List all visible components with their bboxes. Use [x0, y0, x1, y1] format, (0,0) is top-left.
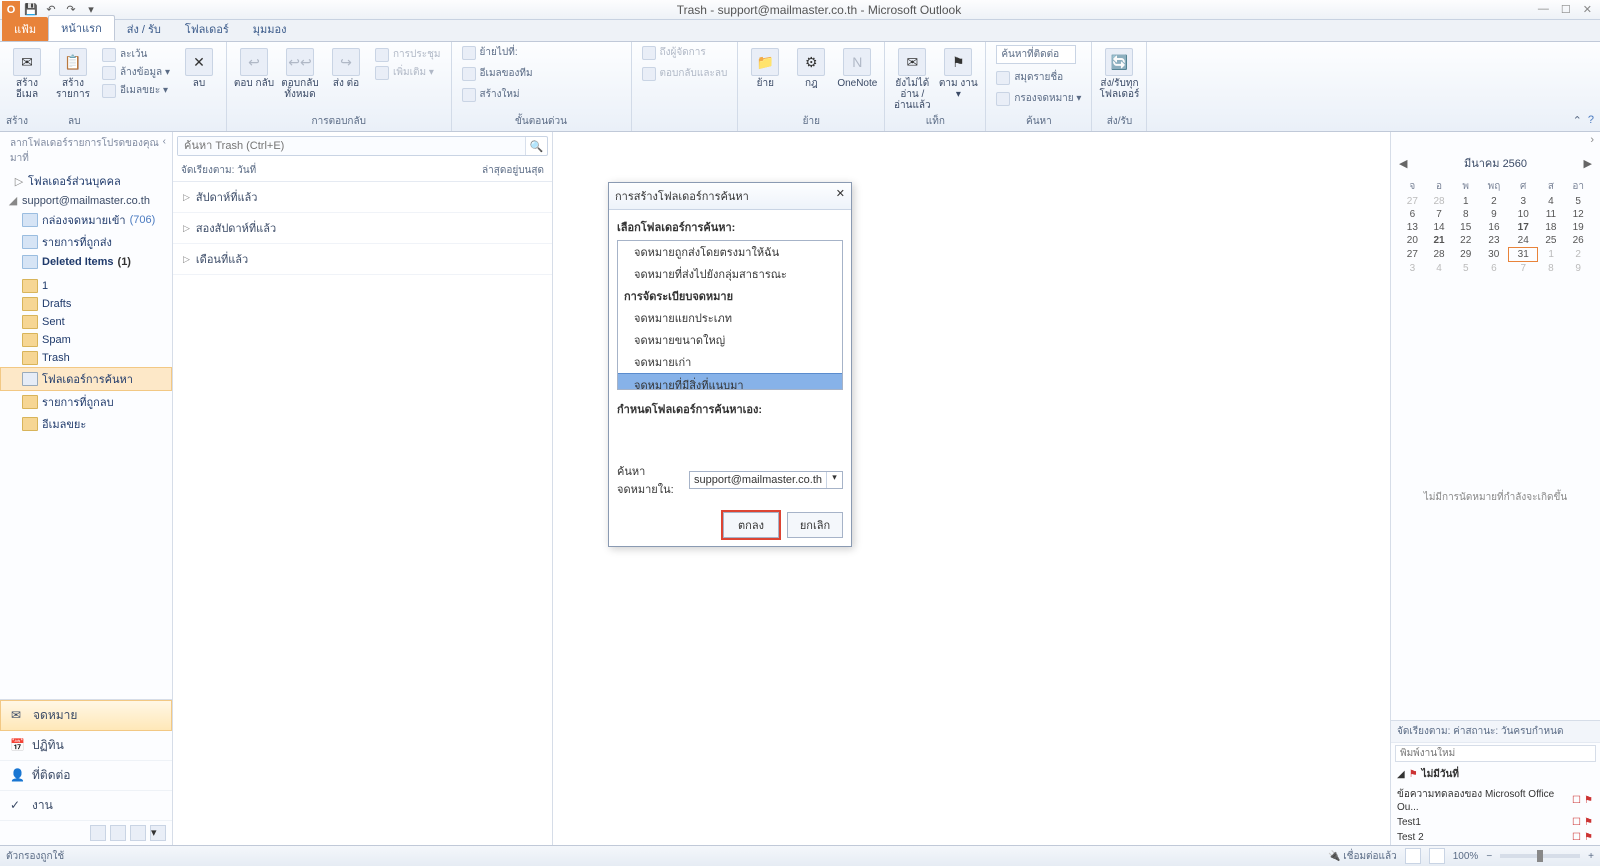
modal-overlay: การสร้างโฟลเดอร์การค้นหา ✕ เลือกโฟลเดอร์… [0, 0, 1600, 866]
customize-label: กำหนดโฟลเดอร์การค้นหาเอง: [617, 400, 843, 418]
searchin-combo[interactable]: support@mailmaster.co.th ▾ [689, 471, 843, 489]
opt-sent-public[interactable]: จดหมายที่ส่งไปยังกลุ่มสาธารณะ [618, 263, 842, 285]
search-folder-list[interactable]: จดหมายถูกส่งโดยตรงมาให้ฉัน จดหมายที่ส่งไ… [617, 240, 843, 390]
ok-button[interactable]: ตกลง [723, 512, 779, 538]
searchin-label: ค้นหาจดหมายใน: [617, 462, 683, 498]
dialog-title: การสร้างโฟลเดอร์การค้นหา [615, 187, 749, 205]
chevron-down-icon[interactable]: ▾ [826, 472, 842, 488]
cat-organize: การจัดระเบียบจดหมาย [618, 285, 842, 307]
opt-sent-direct[interactable]: จดหมายถูกส่งโดยตรงมาให้ฉัน [618, 241, 842, 263]
opt-large[interactable]: จดหมายขนาดใหญ่ [618, 329, 842, 351]
opt-with-attachments[interactable]: จดหมายที่มีสิ่งที่แนบมา [618, 373, 842, 390]
new-search-folder-dialog: การสร้างโฟลเดอร์การค้นหา ✕ เลือกโฟลเดอร์… [608, 182, 852, 547]
dialog-close-icon[interactable]: ✕ [836, 187, 845, 205]
opt-categorized[interactable]: จดหมายแยกประเภท [618, 307, 842, 329]
select-label: เลือกโฟลเดอร์การค้นหา: [617, 218, 843, 236]
opt-old[interactable]: จดหมายเก่า [618, 351, 842, 373]
cancel-button[interactable]: ยกเลิก [787, 512, 843, 538]
